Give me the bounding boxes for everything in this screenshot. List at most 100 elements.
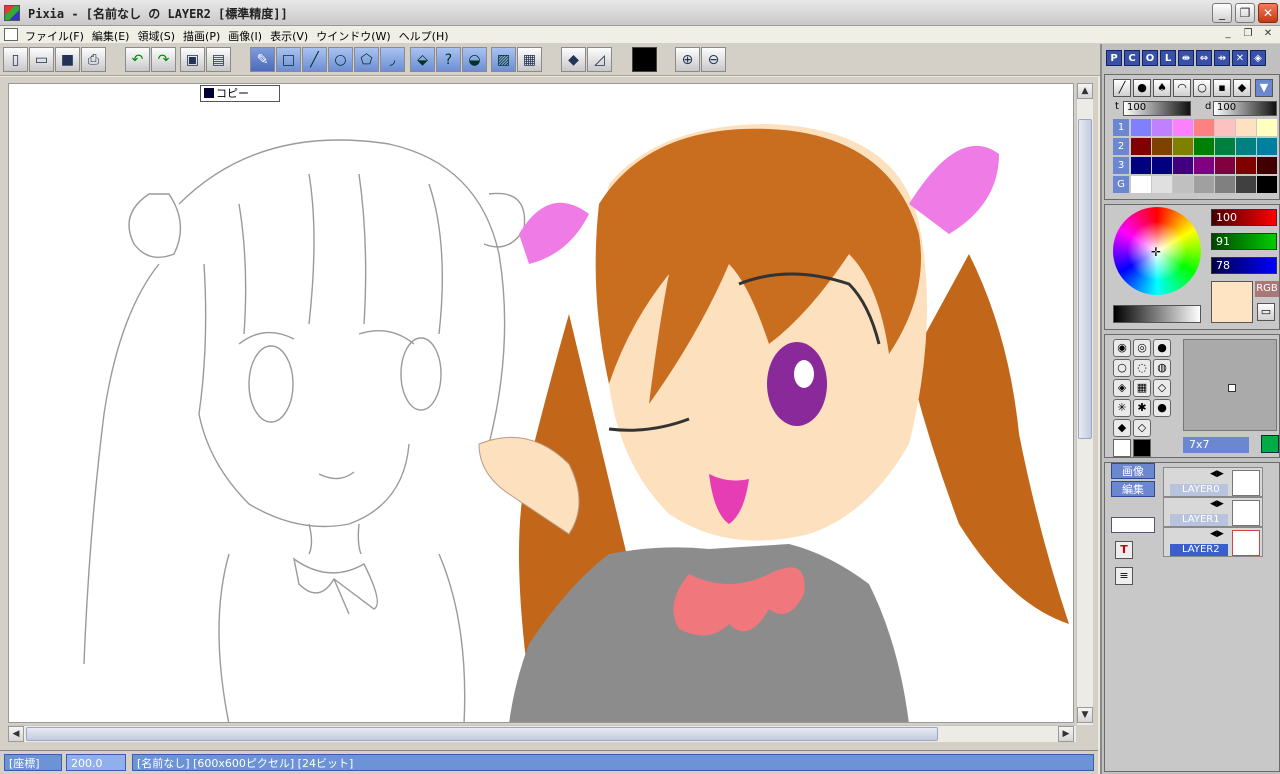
menu-draw[interactable]: 描画(P): [183, 28, 228, 44]
brush-shape-button[interactable]: ◇: [1133, 419, 1151, 437]
pen-icon[interactable]: ╱: [1113, 79, 1131, 97]
palette-swatch[interactable]: [1215, 157, 1235, 174]
tab-o[interactable]: O: [1142, 50, 1158, 66]
current-color-swatch[interactable]: [1211, 281, 1253, 323]
zoom-out-button[interactable]: ⊖: [701, 47, 726, 72]
tab-c[interactable]: C: [1124, 50, 1140, 66]
color-folder-icon[interactable]: ▭: [1257, 303, 1275, 321]
menu-image[interactable]: 画像(I): [228, 28, 270, 44]
menu-edit[interactable]: 編集(E): [92, 28, 138, 44]
mdi-close-icon[interactable]: ✕: [1260, 28, 1276, 42]
scroll-down-icon[interactable]: ▼: [1077, 707, 1093, 723]
zoom-in-button[interactable]: ⊕: [675, 47, 700, 72]
brush-color-white[interactable]: [1113, 439, 1131, 457]
line-tool-button[interactable]: ╱: [302, 47, 327, 72]
expand-right-icon[interactable]: ⇸: [1214, 50, 1230, 66]
eraser-tool-icon[interactable]: ◆: [1233, 79, 1251, 97]
brush-shape-button[interactable]: ◌: [1133, 359, 1151, 377]
brush-shape-button[interactable]: ✳: [1113, 399, 1131, 417]
palette-swatch[interactable]: [1173, 138, 1193, 155]
polygon-tool-button[interactable]: ⬠: [354, 47, 379, 72]
menu-help[interactable]: ヘルプ(H): [399, 28, 457, 44]
layer-item[interactable]: ◀▶ LAYER0: [1163, 467, 1263, 497]
brush-shape-button[interactable]: ▦: [1133, 379, 1151, 397]
rectangle-tool-button[interactable]: □: [276, 47, 301, 72]
brush-texture-icon[interactable]: [1261, 435, 1279, 453]
palette-swatch[interactable]: [1236, 119, 1256, 136]
scroll-right-icon[interactable]: ▶: [1058, 726, 1074, 742]
panel-close-icon[interactable]: ✕: [1232, 50, 1248, 66]
palette-row-label[interactable]: 3: [1113, 157, 1129, 174]
color-wheel[interactable]: ✛: [1113, 207, 1201, 295]
palette-swatch[interactable]: [1215, 176, 1235, 193]
undo-button[interactable]: ↶: [125, 47, 150, 72]
palette-row-label[interactable]: 1: [1113, 119, 1129, 136]
paste-button[interactable]: ▤: [206, 47, 231, 72]
palette-swatch[interactable]: [1194, 176, 1214, 193]
palette-swatch[interactable]: [1236, 138, 1256, 155]
tab-edit[interactable]: 編集: [1111, 481, 1155, 497]
fill-tool-button[interactable]: ⬙: [410, 47, 435, 72]
palette-swatch[interactable]: [1236, 176, 1256, 193]
layer-list-icon[interactable]: ≡: [1115, 567, 1133, 585]
density-slider[interactable]: 100: [1213, 101, 1277, 116]
ruler-button[interactable]: ◿: [587, 47, 612, 72]
layer-item[interactable]: ◀▶ LAYER1: [1163, 497, 1263, 527]
palette-swatch[interactable]: [1131, 157, 1151, 174]
palette-swatch[interactable]: [1173, 119, 1193, 136]
brush-shape-button[interactable]: ●: [1153, 339, 1171, 357]
palette-swatch[interactable]: [1194, 157, 1214, 174]
palette-row-label[interactable]: G: [1113, 176, 1129, 193]
brush-shape-button[interactable]: ◎: [1133, 339, 1151, 357]
new-file-button[interactable]: ▯: [3, 47, 28, 72]
red-value[interactable]: 100: [1211, 209, 1277, 226]
thickness-slider[interactable]: 100: [1123, 101, 1191, 116]
tab-p[interactable]: P: [1106, 50, 1122, 66]
palette-swatch[interactable]: [1257, 138, 1277, 155]
brush-shape-button[interactable]: ◉: [1113, 339, 1131, 357]
mosaic-button[interactable]: ▦: [517, 47, 542, 72]
smudge-icon[interactable]: ◠: [1173, 79, 1191, 97]
brush-shape-button[interactable]: ✱: [1133, 399, 1151, 417]
palette-swatch[interactable]: [1152, 157, 1172, 174]
palette-swatch[interactable]: [1173, 157, 1193, 174]
palette-swatch[interactable]: [1152, 119, 1172, 136]
expand-left-icon[interactable]: ⇹: [1178, 50, 1194, 66]
pen-tool-button[interactable]: ✎: [250, 47, 275, 72]
vertical-scroll-thumb[interactable]: [1078, 119, 1092, 439]
close-button[interactable]: ✕: [1258, 3, 1278, 23]
horizontal-scrollbar[interactable]: ◀ ▶: [8, 725, 1076, 742]
brush-shape-button[interactable]: ◈: [1113, 379, 1131, 397]
menu-window[interactable]: ウインドウ(W): [316, 28, 398, 44]
brush-shape-button[interactable]: ●: [1153, 399, 1171, 417]
palette-swatch[interactable]: [1131, 176, 1151, 193]
curve-tool-button[interactable]: ◞: [380, 47, 405, 72]
color-mode-label[interactable]: RGB: [1255, 281, 1279, 297]
airbrush-icon[interactable]: ●: [1133, 79, 1151, 97]
pixia-app-icon[interactable]: [4, 5, 20, 21]
document-icon[interactable]: [4, 28, 18, 41]
layer-item[interactable]: ◀▶ LAYER2: [1163, 527, 1263, 557]
brush-size-label[interactable]: 7x7: [1183, 437, 1249, 453]
print-button[interactable]: ⎙: [81, 47, 106, 72]
circle-tool-button[interactable]: ○: [328, 47, 353, 72]
menu-file[interactable]: ファイル(F): [25, 28, 92, 44]
water-drop-icon[interactable]: ♠: [1153, 79, 1171, 97]
palette-swatch[interactable]: [1173, 176, 1193, 193]
blue-value[interactable]: 78: [1211, 257, 1277, 274]
open-file-button[interactable]: ▭: [29, 47, 54, 72]
copy-stamp-icon[interactable]: ▪: [1213, 79, 1231, 97]
text-tool-icon[interactable]: T: [1115, 541, 1133, 559]
palette-swatch[interactable]: [1257, 157, 1277, 174]
tab-l[interactable]: L: [1160, 50, 1176, 66]
drawing-canvas[interactable]: [8, 83, 1074, 723]
palette-swatch[interactable]: [1152, 138, 1172, 155]
layer-opacity-bar[interactable]: [1111, 517, 1155, 533]
brush-shape-button[interactable]: ◍: [1153, 359, 1171, 377]
maximize-button[interactable]: ❐: [1235, 3, 1255, 23]
expand-both-icon[interactable]: ⇔: [1196, 50, 1212, 66]
brush-color-black[interactable]: [1133, 439, 1151, 457]
mdi-minimize-icon[interactable]: _: [1220, 28, 1236, 42]
brush-shape-button[interactable]: ◇: [1153, 379, 1171, 397]
palette-swatch[interactable]: [1257, 119, 1277, 136]
